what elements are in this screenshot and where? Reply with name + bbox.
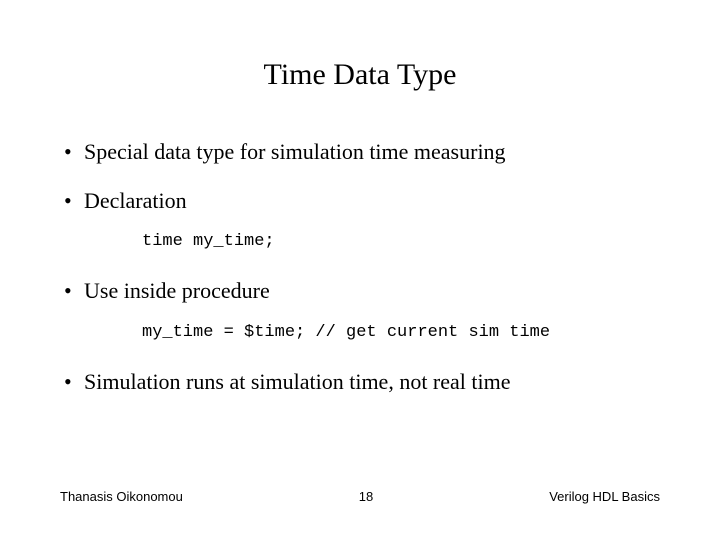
- bullet-item: Declaration time my_time;: [60, 187, 660, 254]
- bullet-text: Declaration: [84, 188, 187, 213]
- bullet-text: Simulation runs at simulation time, not …: [84, 369, 511, 394]
- bullet-text: Use inside procedure: [84, 278, 270, 303]
- slide-title: Time Data Type: [60, 58, 660, 92]
- slide-footer: Thanasis Oikonomou 18 Verilog HDL Basics: [0, 489, 720, 504]
- bullet-text: Special data type for simulation time me…: [84, 139, 506, 164]
- bullet-item: Simulation runs at simulation time, not …: [60, 368, 660, 397]
- bullet-list: Special data type for simulation time me…: [60, 138, 660, 397]
- footer-topic: Verilog HDL Basics: [549, 489, 660, 504]
- footer-author: Thanasis Oikonomou: [60, 489, 183, 504]
- bullet-item: Use inside procedure my_time = $time; //…: [60, 277, 660, 344]
- footer-page-number: 18: [359, 489, 373, 504]
- bullet-item: Special data type for simulation time me…: [60, 138, 660, 167]
- code-block: time my_time;: [142, 231, 660, 253]
- code-block: my_time = $time; // get current sim time: [142, 322, 660, 344]
